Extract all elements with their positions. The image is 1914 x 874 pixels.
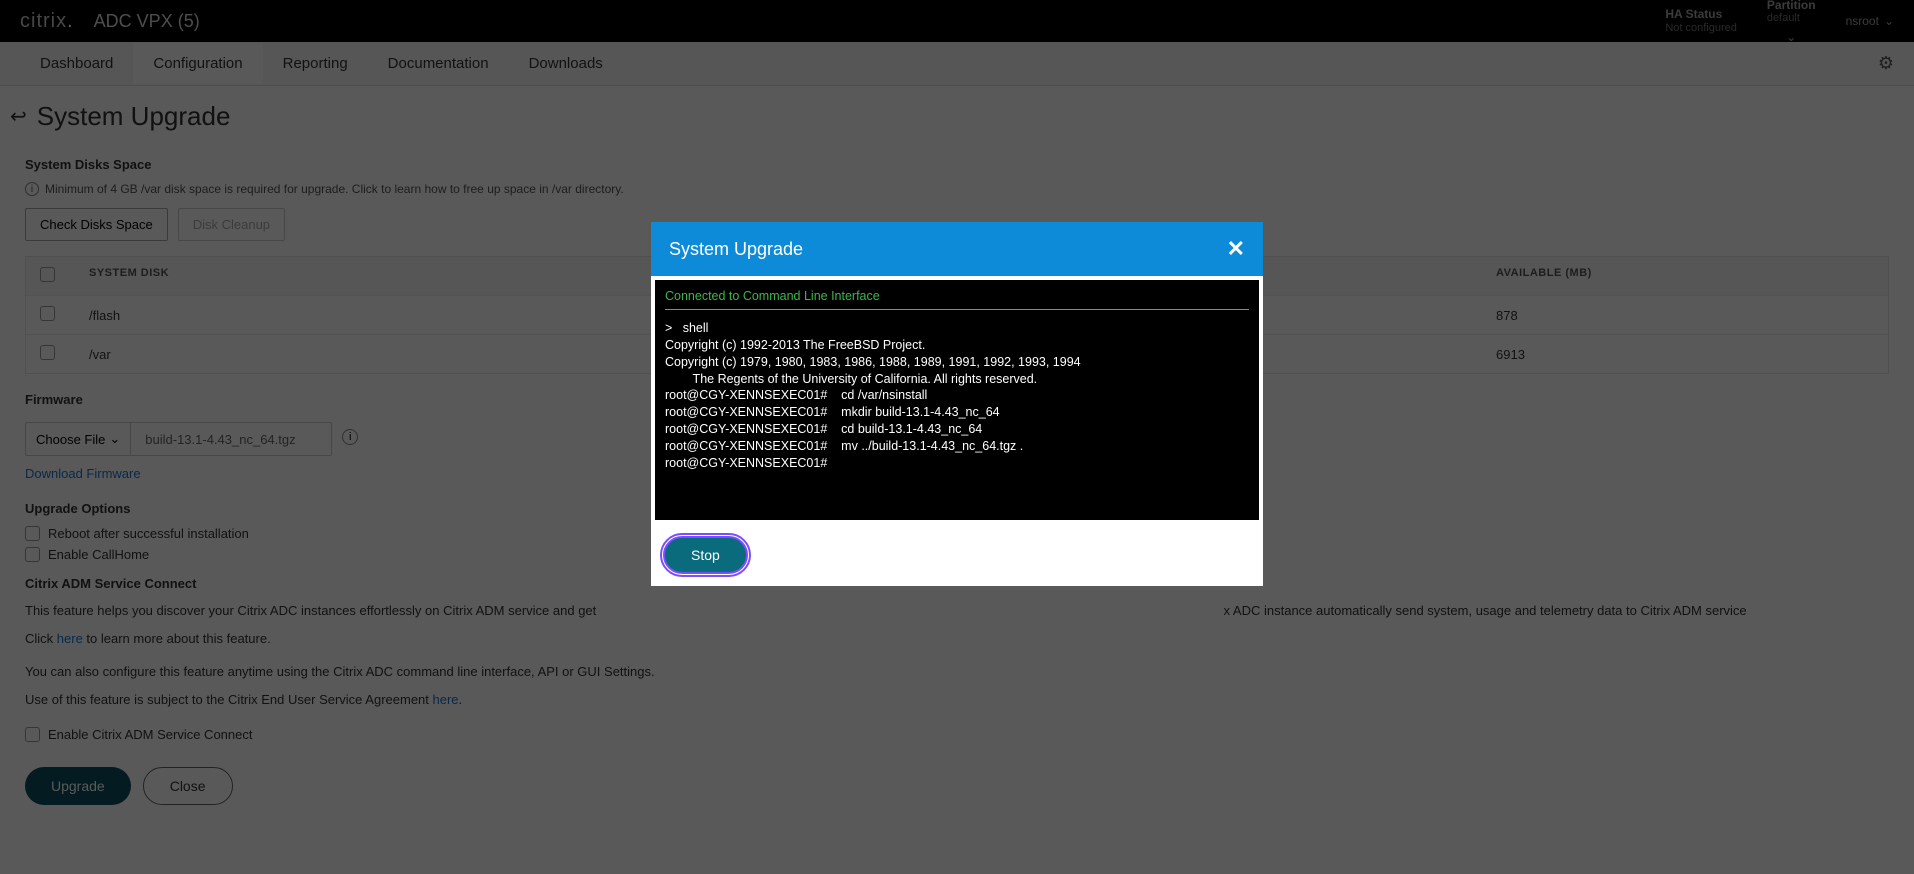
console-line: The Regents of the University of Califor… <box>665 371 1249 388</box>
modal-footer: Stop <box>651 524 1263 586</box>
console-line: root@CGY-XENNSEXEC01# mkdir build-13.1-4… <box>665 404 1249 421</box>
modal-header: System Upgrade ✕ <box>651 222 1263 276</box>
console-line: Copyright (c) 1992-2013 The FreeBSD Proj… <box>665 337 1249 354</box>
console-output: Connected to Command Line Interface > sh… <box>655 280 1259 520</box>
modal-overlay: System Upgrade ✕ Connected to Command Li… <box>0 0 1914 874</box>
close-icon[interactable]: ✕ <box>1227 236 1245 262</box>
console-line: root@CGY-XENNSEXEC01# mv ../build-13.1-4… <box>665 438 1249 455</box>
console-line: Copyright (c) 1979, 1980, 1983, 1986, 19… <box>665 354 1249 371</box>
console-line: > shell <box>665 320 1249 337</box>
console-line: root@CGY-XENNSEXEC01# cd /var/nsinstall <box>665 387 1249 404</box>
system-upgrade-modal: System Upgrade ✕ Connected to Command Li… <box>651 222 1263 586</box>
stop-button[interactable]: Stop <box>663 536 748 574</box>
console-status-line: Connected to Command Line Interface <box>665 288 1249 310</box>
console-line: root@CGY-XENNSEXEC01# <box>665 455 1249 472</box>
console-line: root@CGY-XENNSEXEC01# cd build-13.1-4.43… <box>665 421 1249 438</box>
modal-title: System Upgrade <box>669 239 803 260</box>
